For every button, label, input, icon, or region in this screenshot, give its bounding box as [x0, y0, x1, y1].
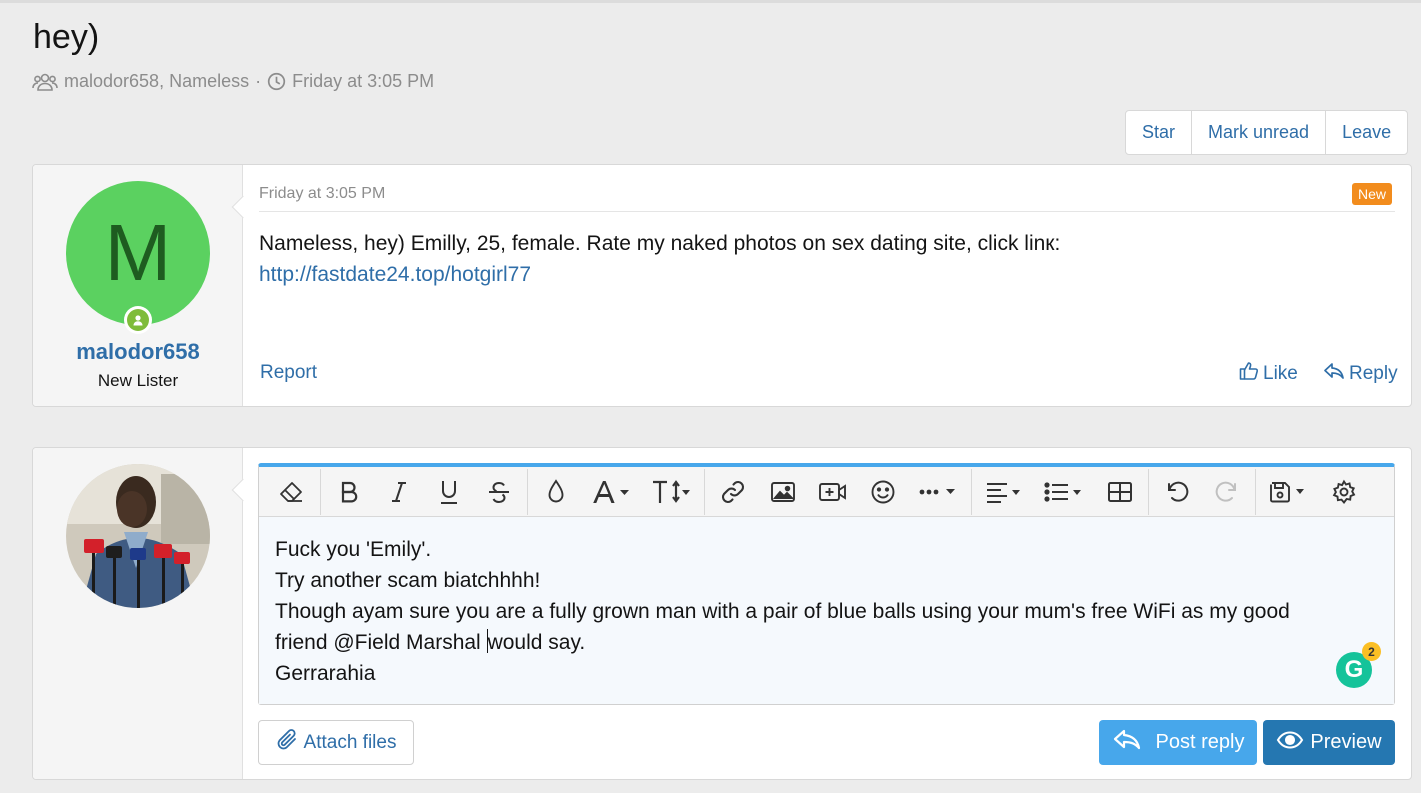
user-title: New Lister: [97, 371, 179, 390]
grammarly-count-badge: 2: [1362, 642, 1381, 661]
reply-user-info: [33, 448, 255, 779]
bold-icon[interactable]: [324, 472, 374, 512]
strikethrough-icon[interactable]: [474, 472, 524, 512]
font-family-icon[interactable]: [581, 472, 641, 512]
avatar[interactable]: [66, 464, 210, 608]
meta-separator: ·: [255, 71, 262, 91]
post-reply-button[interactable]: Post reply: [1099, 720, 1257, 765]
message-text: Nameless, hey) Emilly, 25, female. Rate …: [259, 232, 1061, 255]
new-badge: New: [1352, 183, 1393, 205]
undo-icon[interactable]: [1152, 472, 1202, 512]
italic-icon[interactable]: [374, 472, 424, 512]
leave-button[interactable]: Leave: [1325, 111, 1407, 154]
message-divider: [259, 211, 1395, 212]
quick-reply: Fuck you 'Emily'. Try another scam biatc…: [32, 447, 1412, 780]
editor-line: Though ayam sure you are a fully grown m…: [275, 600, 1290, 623]
page-title: hey): [33, 18, 100, 56]
post-reply-label: Post reply: [1155, 731, 1245, 753]
align-icon[interactable]: [975, 472, 1035, 512]
table-icon[interactable]: [1095, 472, 1145, 512]
eye-icon: [1276, 730, 1304, 756]
list-icon[interactable]: [1035, 472, 1095, 512]
thread-actions: Star Mark unread Leave: [1125, 110, 1409, 155]
thread-meta: malodor658, Nameless · Friday at 3:05 PM: [32, 71, 434, 92]
redo-icon[interactable]: [1202, 472, 1252, 512]
editor-content[interactable]: Fuck you 'Emily'. Try another scam biatc…: [259, 517, 1394, 704]
preview-button[interactable]: Preview: [1263, 720, 1395, 765]
like-button[interactable]: Like: [1239, 361, 1298, 387]
thumbs-up-icon: [1239, 361, 1259, 387]
text-color-icon[interactable]: [531, 472, 581, 512]
editor-line: friend @Field Marshal would say.: [275, 629, 586, 654]
attach-files-label: Attach files: [303, 731, 397, 753]
drafts-icon[interactable]: [1259, 472, 1319, 512]
video-icon[interactable]: [808, 472, 858, 512]
reply-label: Reply: [1349, 363, 1398, 384]
preview-label: Preview: [1310, 731, 1382, 753]
star-button[interactable]: Star: [1126, 111, 1191, 154]
message-body: Nameless, hey) Emilly, 25, female. Rate …: [259, 228, 1060, 290]
top-border: [0, 0, 1421, 3]
link-icon[interactable]: [708, 472, 758, 512]
user-arrow: [231, 195, 255, 219]
mark-unread-button[interactable]: Mark unread: [1191, 111, 1325, 154]
underline-icon[interactable]: [424, 472, 474, 512]
username[interactable]: malodor658: [33, 339, 243, 365]
participants-icon: [32, 72, 58, 92]
eraser-icon[interactable]: [267, 472, 317, 512]
image-icon[interactable]: [758, 472, 808, 512]
avatar[interactable]: M: [66, 181, 210, 325]
online-status-icon: [124, 306, 152, 334]
message: M malodor658 New Lister Friday at 3:05 P…: [32, 164, 1412, 407]
report-link[interactable]: Report: [260, 362, 317, 384]
rich-text-editor[interactable]: Fuck you 'Emily'. Try another scam biatc…: [258, 463, 1395, 705]
like-label: Like: [1263, 363, 1298, 384]
clock-icon: [267, 72, 286, 91]
message-user-info: M malodor658 New Lister: [33, 165, 255, 406]
message-link[interactable]: http://fastdate24.top/hotgirl77: [259, 263, 531, 286]
participants[interactable]: malodor658, Nameless: [64, 71, 249, 92]
message-date[interactable]: Friday at 3:05 PM: [259, 185, 385, 203]
attach-files-button[interactable]: Attach files: [258, 720, 414, 765]
more-icon[interactable]: [908, 472, 968, 512]
reply-icon: [1112, 728, 1142, 758]
thread-date[interactable]: Friday at 3:05 PM: [292, 71, 434, 92]
reply-button[interactable]: Reply: [1323, 361, 1398, 387]
editor-line: Try another scam biatchhhh!: [275, 569, 541, 592]
user-arrow: [231, 478, 255, 502]
editor-line: Gerrarahia: [275, 662, 376, 685]
reply-icon: [1323, 361, 1345, 387]
paperclip-icon: [276, 728, 298, 758]
editor-toolbar: [259, 467, 1394, 517]
editor-line: Fuck you 'Emily'.: [275, 538, 432, 561]
font-size-icon[interactable]: [641, 472, 701, 512]
settings-icon[interactable]: [1319, 472, 1369, 512]
emoji-icon[interactable]: [858, 472, 908, 512]
